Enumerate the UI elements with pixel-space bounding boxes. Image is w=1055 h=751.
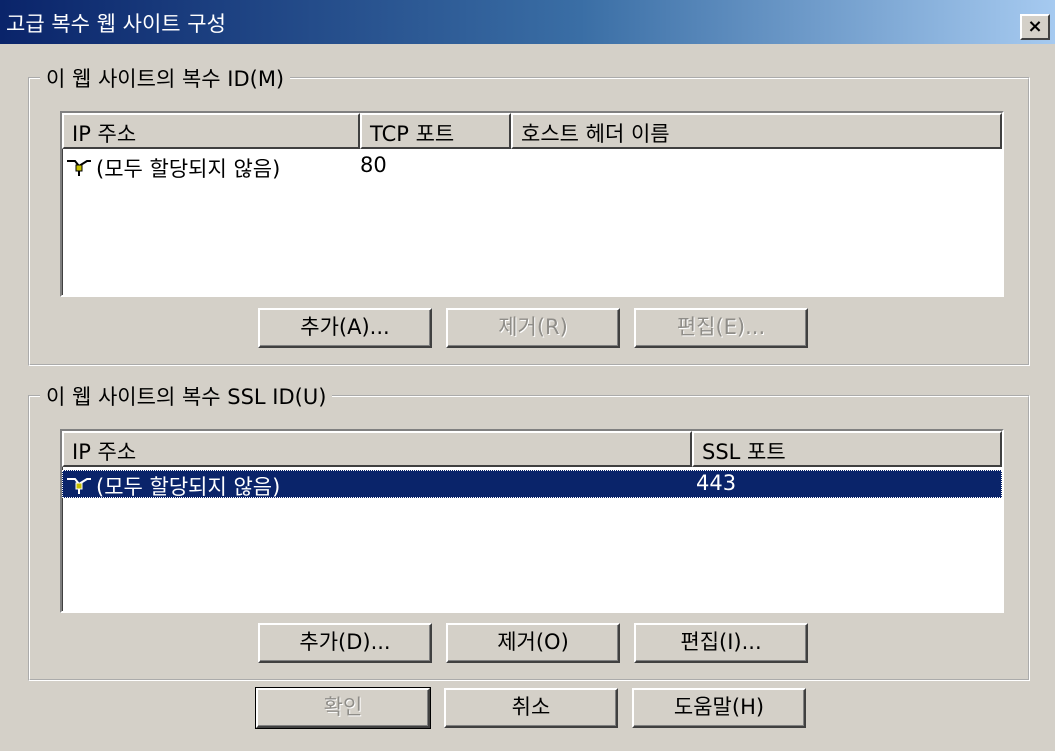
identities-list[interactable]: IP 주소 TCP 포트 호스트 헤더 이름 (모두 할당되지 않음) 80 <box>60 111 1004 297</box>
ssl-identities-list[interactable]: IP 주소 SSL 포트 (모두 할당되지 않음) 443 <box>60 429 1004 613</box>
identities-list-header: IP 주소 TCP 포트 호스트 헤더 이름 <box>62 113 1002 149</box>
help-button[interactable]: 도움말(H) <box>632 688 806 728</box>
ssl-ip-cell: (모두 할당되지 않음) <box>96 475 281 499</box>
network-adapter-icon <box>67 160 91 176</box>
column-host-header[interactable]: 호스트 헤더 이름 <box>511 113 1002 149</box>
identity-port-cell: 80 <box>360 153 387 177</box>
column-ssl-ip-address[interactable]: IP 주소 <box>62 431 692 467</box>
window-title: 고급 복수 웹 사이트 구성 <box>6 12 226 36</box>
remove-identity-button[interactable]: 제거(R) <box>446 308 620 348</box>
cancel-button[interactable]: 취소 <box>444 688 618 728</box>
identity-ip-cell: (모두 할당되지 않음) <box>96 157 281 181</box>
ssl-port-cell: 443 <box>696 471 737 495</box>
edit-ssl-identity-button[interactable]: 편집(I)... <box>634 623 808 663</box>
column-ip-address[interactable]: IP 주소 <box>62 113 360 149</box>
ssl-list-header: IP 주소 SSL 포트 <box>62 431 1002 467</box>
remove-ssl-identity-button[interactable]: 제거(O) <box>446 623 620 663</box>
ssl-identities-group: 이 웹 사이트의 복수 SSL ID(U) IP 주소 SSL 포트 (모두 할… <box>28 381 1030 681</box>
add-identity-button[interactable]: 추가(A)... <box>258 308 432 348</box>
network-adapter-icon <box>67 478 91 494</box>
identities-group: 이 웹 사이트의 복수 ID(M) IP 주소 TCP 포트 호스트 헤더 이름… <box>28 63 1030 366</box>
identities-group-label: 이 웹 사이트의 복수 ID(M) <box>40 63 291 93</box>
ssl-identities-group-label: 이 웹 사이트의 복수 SSL ID(U) <box>40 381 333 411</box>
column-tcp-port[interactable]: TCP 포트 <box>360 113 511 149</box>
add-ssl-identity-button[interactable]: 추가(D)... <box>258 623 432 663</box>
identity-row[interactable]: (모두 할당되지 않음) 80 <box>62 152 1002 181</box>
edit-identity-button[interactable]: 편집(E)... <box>634 308 808 348</box>
ssl-identity-row[interactable]: (모두 할당되지 않음) 443 <box>62 470 1002 499</box>
close-button[interactable]: × <box>1020 14 1050 40</box>
ok-button[interactable]: 확인 <box>255 687 431 729</box>
column-ssl-port[interactable]: SSL 포트 <box>692 431 1002 467</box>
title-bar[interactable]: 고급 복수 웹 사이트 구성 × <box>0 0 1055 44</box>
